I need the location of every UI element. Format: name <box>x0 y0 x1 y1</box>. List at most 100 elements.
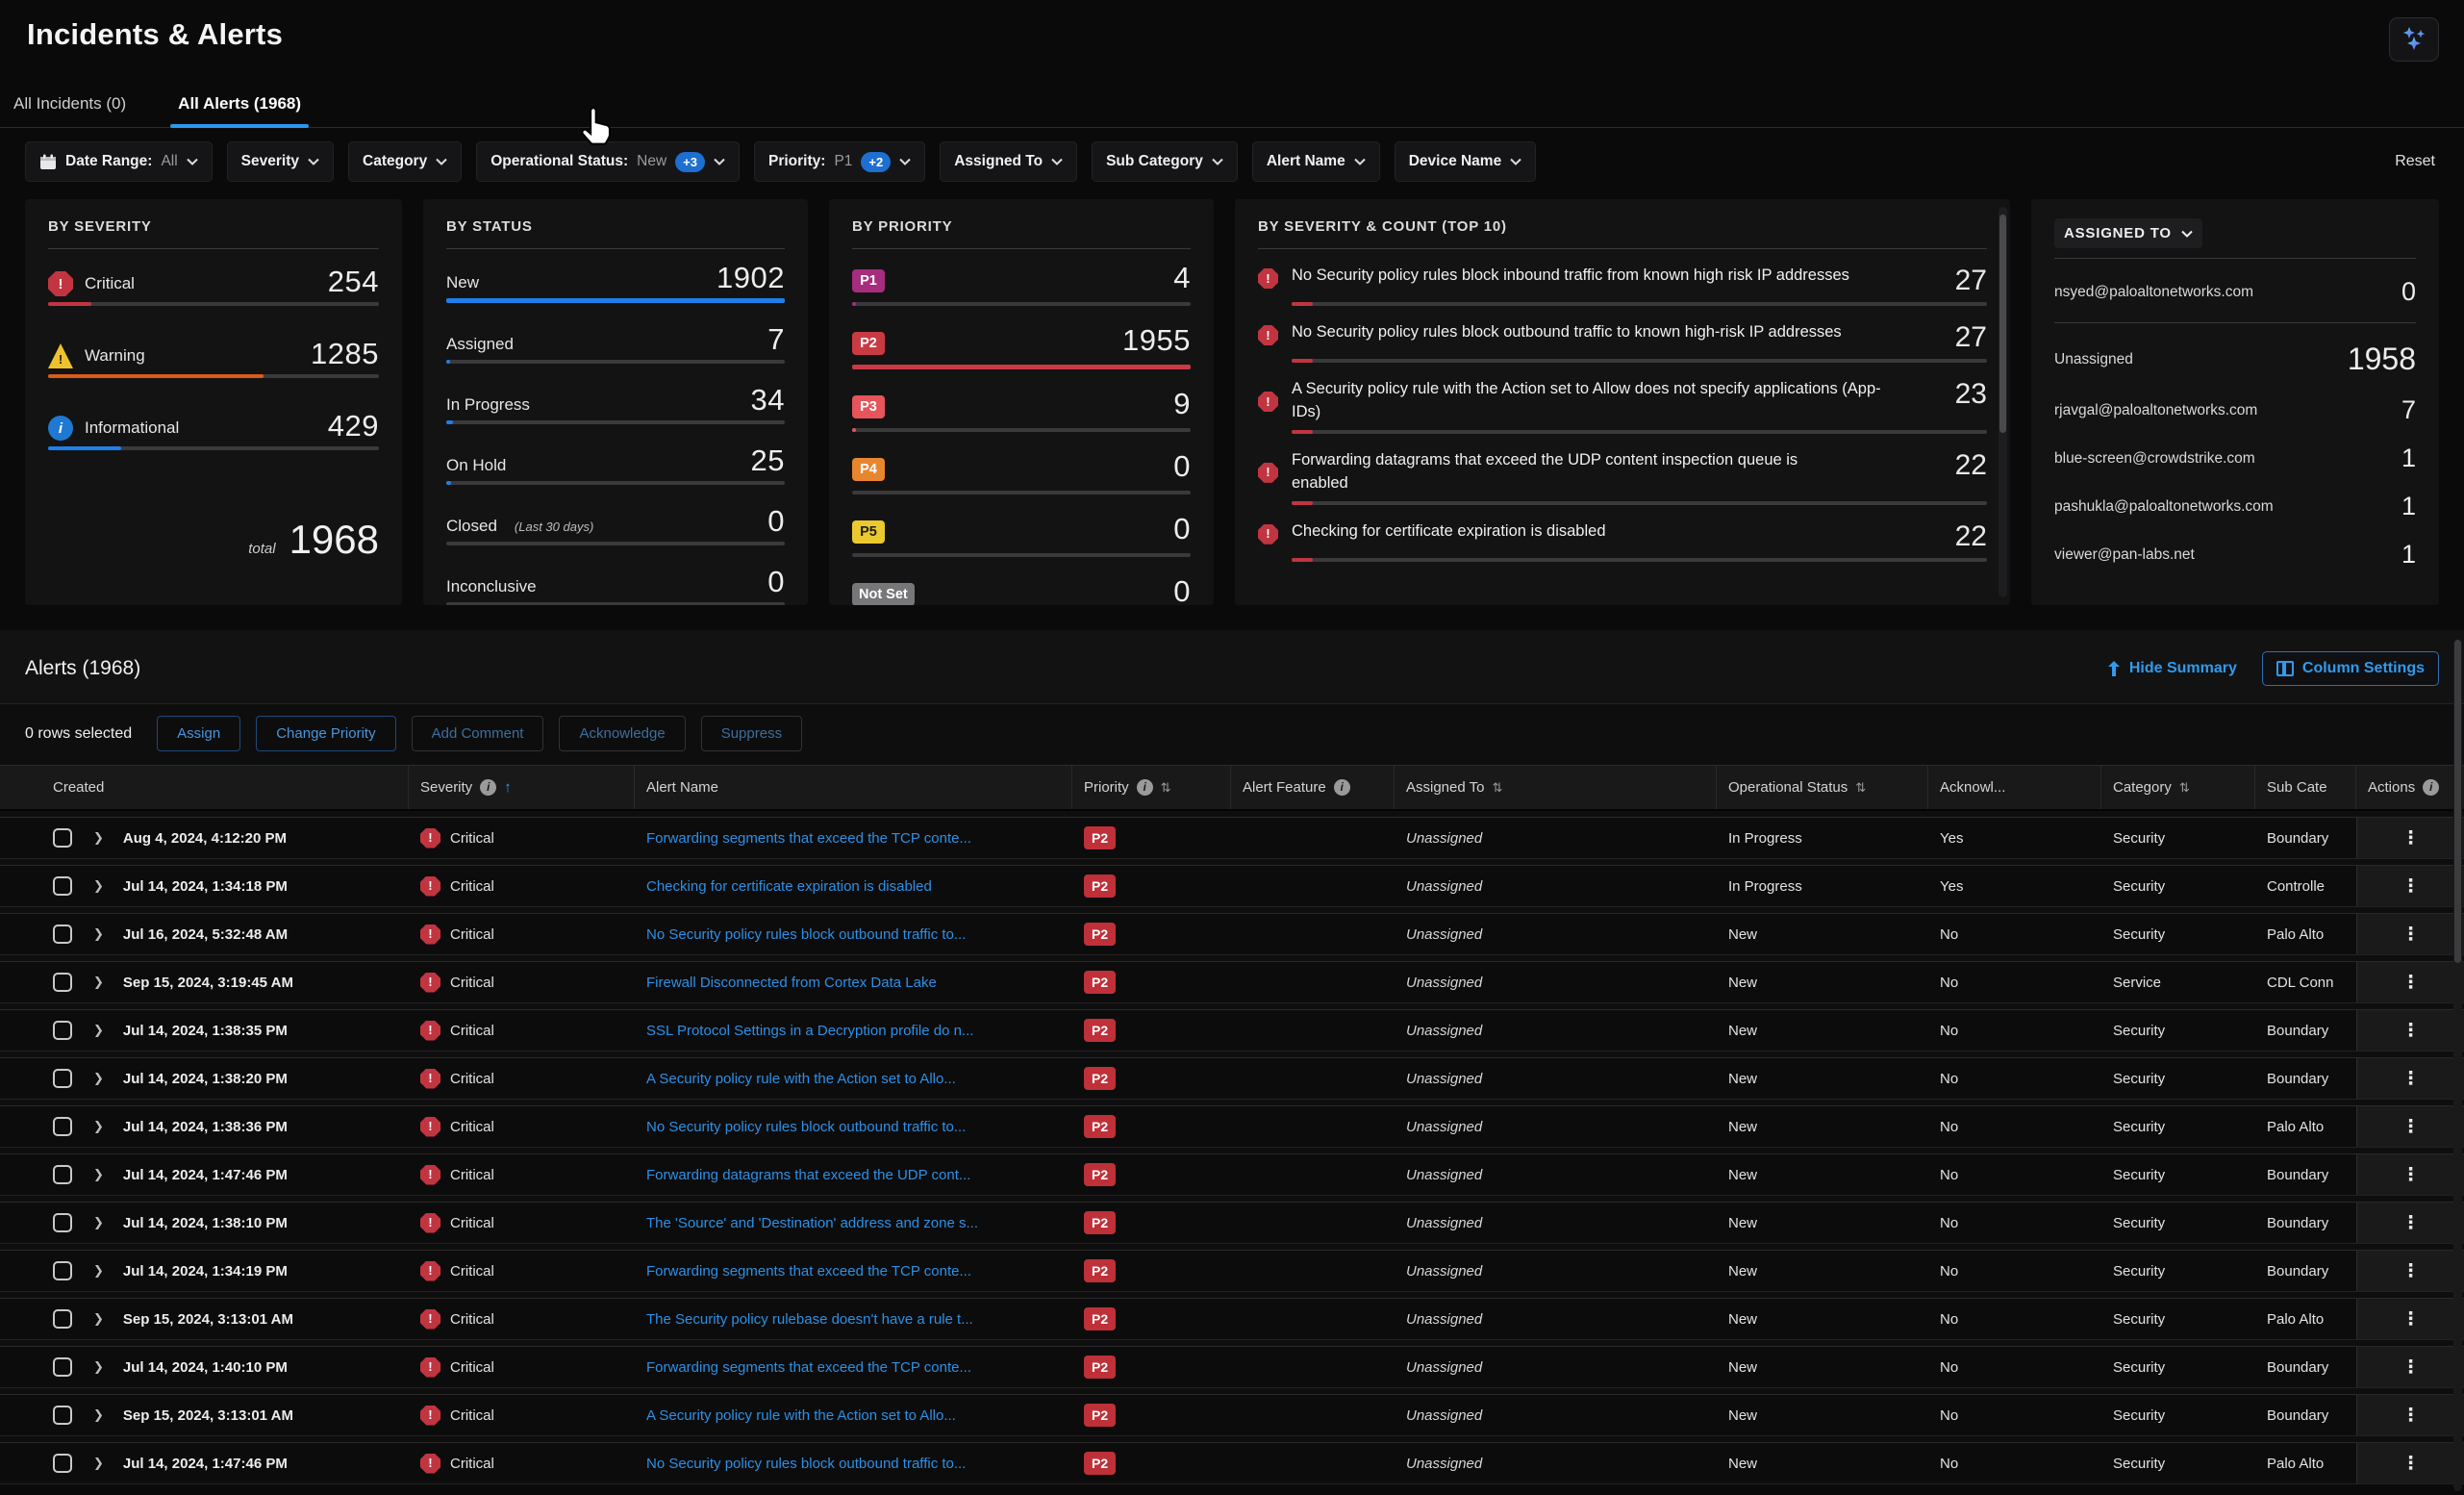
info-icon[interactable]: i <box>480 779 496 796</box>
reset-filters-button[interactable]: Reset <box>2395 153 2439 170</box>
column-header-created[interactable]: Created <box>0 766 409 809</box>
row-actions-menu[interactable]: ⋮ <box>2401 1455 2420 1473</box>
table-row[interactable]: ❯ Jul 14, 2024, 1:38:36 PM ! Critical No… <box>0 1105 2464 1148</box>
sort-icon[interactable]: ⇅ <box>1855 780 1864 796</box>
filter-device-name[interactable]: Device Name <box>1395 141 1537 182</box>
add-comment-button[interactable]: Add Comment <box>412 716 544 751</box>
table-row[interactable]: ❯ Jul 14, 2024, 1:34:18 PM ! Critical Ch… <box>0 865 2464 907</box>
alert-name-link[interactable]: Forwarding segments that exceed the TCP … <box>646 1263 971 1280</box>
card-scrollbar[interactable] <box>1999 207 2007 597</box>
row-checkbox[interactable] <box>53 973 72 992</box>
row-expand-chevron[interactable]: ❯ <box>93 1359 104 1375</box>
table-row[interactable]: ❯ Jul 14, 2024, 1:47:46 PM ! Critical No… <box>0 1442 2464 1484</box>
filter-category[interactable]: Category <box>348 141 462 182</box>
row-actions-menu[interactable]: ⋮ <box>2401 1070 2420 1088</box>
table-row[interactable]: ❯ Jul 16, 2024, 5:32:48 AM ! Critical No… <box>0 913 2464 955</box>
column-settings-button[interactable]: Column Settings <box>2262 651 2439 686</box>
table-row[interactable]: ❯ Jul 14, 2024, 1:47:46 PM ! Critical Fo… <box>0 1153 2464 1196</box>
table-row[interactable]: ❯ Jul 14, 2024, 1:38:10 PM ! Critical Th… <box>0 1202 2464 1244</box>
column-header-priority[interactable]: Priorityi ⇅ <box>1072 766 1231 809</box>
alert-name-link[interactable]: Forwarding datagrams that exceed the UDP… <box>646 1167 970 1183</box>
row-expand-chevron[interactable]: ❯ <box>93 1311 104 1327</box>
row-checkbox[interactable] <box>53 1021 72 1040</box>
row-actions-menu[interactable]: ⋮ <box>2401 877 2420 896</box>
row-checkbox[interactable] <box>53 1117 72 1136</box>
column-header-category[interactable]: Category⇅ <box>2101 766 2255 809</box>
filter-alert-name[interactable]: Alert Name <box>1252 141 1380 182</box>
sort-icon[interactable]: ⇅ <box>1492 780 1500 796</box>
row-checkbox[interactable] <box>53 925 72 944</box>
filter-priority[interactable]: Priority: P1 +2 <box>754 141 925 182</box>
acknowledge-button[interactable]: Acknowledge <box>559 716 685 751</box>
alert-name-link[interactable]: A Security policy rule with the Action s… <box>646 1407 956 1424</box>
row-actions-menu[interactable]: ⋮ <box>2401 1310 2420 1329</box>
info-icon[interactable]: i <box>1334 779 1350 796</box>
column-header-actions[interactable]: Actionsi <box>2356 766 2464 809</box>
row-expand-chevron[interactable]: ❯ <box>93 1071 104 1086</box>
sort-ascending-icon[interactable]: ↑ <box>504 779 512 796</box>
row-checkbox[interactable] <box>53 1406 72 1425</box>
alert-name-link[interactable]: No Security policy rules block outbound … <box>646 1456 966 1472</box>
row-actions-menu[interactable]: ⋮ <box>2401 1262 2420 1280</box>
filter-severity[interactable]: Severity <box>227 141 334 182</box>
row-actions-menu[interactable]: ⋮ <box>2401 1166 2420 1184</box>
row-expand-chevron[interactable]: ❯ <box>93 975 104 990</box>
column-header-assigned-to[interactable]: Assigned To⇅ <box>1395 766 1717 809</box>
page-scrollbar[interactable] <box>2453 640 2462 1491</box>
row-actions-menu[interactable]: ⋮ <box>2401 974 2420 992</box>
row-checkbox[interactable] <box>53 828 72 848</box>
row-checkbox[interactable] <box>53 1069 72 1088</box>
row-actions-menu[interactable]: ⋮ <box>2401 1022 2420 1040</box>
row-expand-chevron[interactable]: ❯ <box>93 1167 104 1182</box>
alert-name-link[interactable]: The Security policy rulebase doesn't hav… <box>646 1311 973 1328</box>
row-expand-chevron[interactable]: ❯ <box>93 878 104 894</box>
assigned-to-dropdown[interactable]: ASSIGNED TO <box>2054 218 2202 248</box>
hide-summary-button[interactable]: Hide Summary <box>2106 660 2237 677</box>
table-row[interactable]: ❯ Sep 15, 2024, 3:13:01 AM ! Critical Th… <box>0 1298 2464 1340</box>
column-header-acknowledged[interactable]: Acknowl... <box>1928 766 2101 809</box>
table-row[interactable]: ❯ Jul 14, 2024, 1:34:19 PM ! Critical Fo… <box>0 1250 2464 1292</box>
change-priority-button[interactable]: Change Priority <box>256 716 395 751</box>
row-actions-menu[interactable]: ⋮ <box>2401 1406 2420 1425</box>
info-icon[interactable]: i <box>1137 779 1153 796</box>
table-row[interactable]: ❯ Jul 14, 2024, 1:40:10 PM ! Critical Fo… <box>0 1346 2464 1388</box>
table-row[interactable]: ❯ Jul 14, 2024, 1:38:20 PM ! Critical A … <box>0 1057 2464 1100</box>
alert-name-link[interactable]: SSL Protocol Settings in a Decryption pr… <box>646 1023 973 1039</box>
row-expand-chevron[interactable]: ❯ <box>93 1407 104 1423</box>
row-expand-chevron[interactable]: ❯ <box>93 830 104 846</box>
table-row[interactable]: ❯ Aug 4, 2024, 4:12:20 PM ! Critical For… <box>0 817 2464 859</box>
row-checkbox[interactable] <box>53 1165 72 1184</box>
sort-icon[interactable]: ⇅ <box>1161 780 1169 796</box>
filter-assigned-to[interactable]: Assigned To <box>940 141 1077 182</box>
tab-all-incidents[interactable]: All Incidents (0) <box>10 87 130 127</box>
row-checkbox[interactable] <box>53 1213 72 1232</box>
table-row[interactable]: ❯ Sep 15, 2024, 3:19:45 AM ! Critical Fi… <box>0 961 2464 1003</box>
assign-button[interactable]: Assign <box>157 716 240 751</box>
column-header-operational-status[interactable]: Operational Status⇅ <box>1717 766 1928 809</box>
sort-icon[interactable]: ⇅ <box>2179 780 2188 796</box>
row-actions-menu[interactable]: ⋮ <box>2401 1118 2420 1136</box>
alert-name-link[interactable]: No Security policy rules block outbound … <box>646 1119 966 1135</box>
row-checkbox[interactable] <box>53 1454 72 1473</box>
table-row[interactable]: ❯ Sep 15, 2024, 3:13:01 AM ! Critical A … <box>0 1394 2464 1436</box>
suppress-button[interactable]: Suppress <box>701 716 802 751</box>
row-checkbox[interactable] <box>53 1357 72 1377</box>
row-actions-menu[interactable]: ⋮ <box>2401 925 2420 944</box>
row-expand-chevron[interactable]: ❯ <box>93 1215 104 1230</box>
filter-sub-category[interactable]: Sub Category <box>1092 141 1238 182</box>
column-header-alert-feature[interactable]: Alert Featurei <box>1231 766 1395 809</box>
alert-name-link[interactable]: Forwarding segments that exceed the TCP … <box>646 1359 971 1376</box>
alert-name-link[interactable]: The 'Source' and 'Destination' address a… <box>646 1215 978 1231</box>
row-expand-chevron[interactable]: ❯ <box>93 1456 104 1471</box>
alert-name-link[interactable]: Checking for certificate expiration is d… <box>646 878 932 895</box>
row-expand-chevron[interactable]: ❯ <box>93 926 104 942</box>
table-row[interactable]: ❯ Jul 14, 2024, 1:38:35 PM ! Critical SS… <box>0 1009 2464 1052</box>
column-header-alert-name[interactable]: Alert Name <box>635 766 1072 809</box>
row-actions-menu[interactable]: ⋮ <box>2401 829 2420 848</box>
column-header-severity[interactable]: Severityi ↑ <box>409 766 635 809</box>
row-expand-chevron[interactable]: ❯ <box>93 1023 104 1038</box>
row-checkbox[interactable] <box>53 1261 72 1280</box>
info-icon[interactable]: i <box>2423 779 2439 796</box>
row-actions-menu[interactable]: ⋮ <box>2401 1214 2420 1232</box>
row-checkbox[interactable] <box>53 876 72 896</box>
